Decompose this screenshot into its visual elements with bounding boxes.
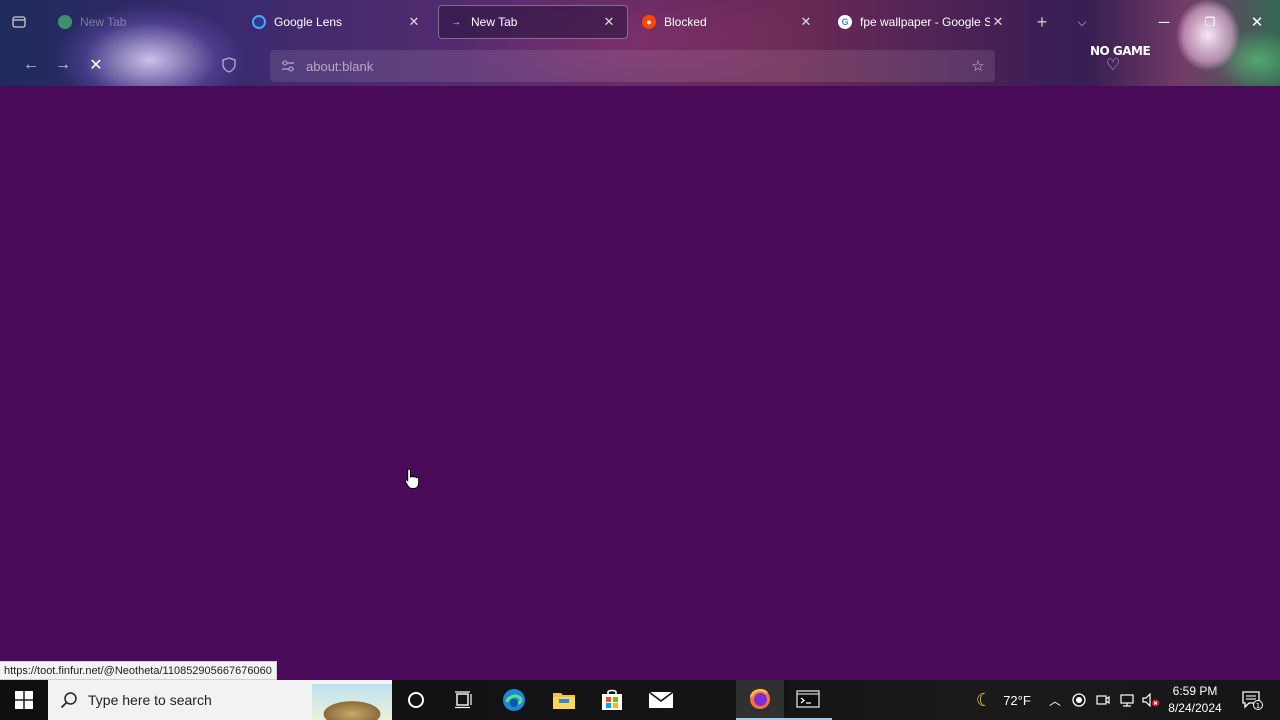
search-highlight-image — [312, 684, 392, 720]
stop-button[interactable]: ✕ — [85, 54, 107, 76]
close-icon: ✕ — [89, 57, 103, 74]
restore-icon: ❐ — [1204, 15, 1216, 29]
page-settings-icon[interactable] — [280, 58, 296, 74]
theme-logo: NO GAME — [1090, 44, 1151, 58]
task-view-icon — [455, 691, 472, 709]
weather-temperature[interactable]: 72°F — [1000, 680, 1034, 720]
page-content[interactable] — [0, 86, 1280, 680]
list-all-tabs-button[interactable] — [8, 11, 30, 33]
plus-icon: + — [1036, 11, 1048, 32]
close-icon: ✕ — [1250, 14, 1264, 31]
close-tab-icon[interactable]: ✕ — [601, 14, 617, 30]
edge-icon — [503, 689, 525, 711]
clock-date: 8/24/2024 — [1168, 701, 1222, 715]
tab-label: Google Lens — [274, 15, 343, 29]
clock[interactable]: 6:59 PM 8/24/2024 — [1163, 683, 1227, 717]
network-button[interactable] — [1117, 680, 1137, 720]
action-center-button[interactable]: 1 — [1234, 680, 1270, 720]
bookmark-star-icon[interactable]: ☆ — [969, 57, 987, 75]
edge-button[interactable] — [490, 680, 538, 720]
tab-label: fpe wallpaper - Google Sc — [860, 15, 990, 29]
meet-now-button[interactable] — [1093, 680, 1113, 720]
camera-icon — [1096, 695, 1110, 705]
cortana-button[interactable] — [392, 680, 440, 720]
store-button[interactable] — [588, 680, 636, 720]
tab-fpe-wallpaper[interactable]: G fpe wallpaper - Google Sc ✕ — [828, 5, 1016, 39]
taskbar: Type here to search ☾ 72°F ︿ 6:59 PM 8/2… — [0, 680, 1280, 720]
tab-new-tab-active[interactable]: → New Tab ✕ — [438, 5, 628, 39]
tab-label: Blocked — [664, 15, 707, 29]
cortana-icon — [408, 692, 424, 708]
clock-time: 6:59 PM — [1172, 684, 1218, 698]
start-button[interactable] — [0, 680, 48, 720]
firefox-button[interactable] — [736, 680, 784, 720]
task-view-button[interactable] — [440, 680, 488, 720]
notification-count: 1 — [1256, 702, 1260, 710]
weather-widget[interactable]: ☾ — [970, 680, 998, 720]
close-tab-icon[interactable]: ✕ — [798, 14, 814, 30]
link-status-tooltip: https://toot.finfur.net/@Neotheta/110852… — [0, 661, 277, 680]
close-window-button[interactable]: ✕ — [1245, 10, 1269, 34]
back-button[interactable]: ← — [20, 54, 42, 76]
reddit-icon: ● — [642, 15, 656, 29]
shield-icon — [222, 57, 236, 73]
back-arrow-icon: ← — [23, 56, 39, 73]
search-icon — [60, 692, 77, 709]
tab-label: New Tab — [80, 15, 127, 29]
terminal-button[interactable] — [784, 680, 832, 720]
address-bar[interactable]: ☆ — [270, 50, 995, 82]
tracking-protection-button[interactable] — [218, 54, 240, 76]
minimize-button[interactable]: ─ — [1152, 10, 1176, 34]
hand-cursor-icon — [404, 468, 420, 489]
show-hidden-icons-button[interactable]: ︿ — [1045, 680, 1065, 720]
mail-button[interactable] — [637, 680, 685, 720]
volume-button[interactable] — [1141, 680, 1161, 720]
tab-list-icon — [12, 16, 26, 28]
notification-icon: 1 — [1242, 691, 1263, 710]
chevron-down-icon: ⌵ — [1077, 14, 1087, 29]
firefox-icon — [749, 688, 770, 709]
chevron-up-icon: ︿ — [1048, 693, 1061, 708]
taskbar-search-box[interactable]: Type here to search — [48, 680, 392, 720]
close-tab-icon[interactable]: ✕ — [406, 14, 422, 30]
moon-icon: ☾ — [975, 689, 993, 710]
terminal-icon — [796, 690, 820, 708]
minimize-icon: ─ — [1158, 13, 1170, 31]
store-icon — [602, 689, 622, 710]
tab-google-lens[interactable]: Google Lens ✕ — [242, 5, 432, 39]
google-lens-icon — [252, 15, 266, 29]
file-explorer-button[interactable] — [540, 680, 588, 720]
volume-muted-icon — [1142, 693, 1159, 707]
network-icon — [1120, 694, 1134, 707]
close-tab-icon[interactable]: ✕ — [990, 14, 1006, 30]
record-tray-button[interactable] — [1069, 680, 1089, 720]
new-tab-button[interactable]: + — [1030, 10, 1054, 34]
forward-arrow-icon: → — [55, 56, 71, 73]
browser-toolbar: New Tab Google Lens ✕ → New Tab ✕ ● Bloc… — [0, 0, 1280, 86]
new-tab-icon — [58, 15, 72, 29]
search-placeholder: Type here to search — [88, 692, 212, 708]
record-icon — [1072, 693, 1086, 707]
forward-button[interactable]: → — [52, 54, 74, 76]
windows-logo-icon — [15, 691, 33, 709]
url-input[interactable] — [306, 58, 946, 74]
tab-label: New Tab — [471, 15, 518, 29]
folder-icon — [553, 693, 575, 709]
mail-icon — [648, 691, 674, 708]
google-icon: G — [838, 15, 852, 29]
tab-new-tab-1[interactable]: New Tab — [48, 5, 230, 39]
new-tab-icon: → — [451, 16, 461, 28]
restore-button[interactable]: ❐ — [1198, 10, 1222, 34]
tab-blocked[interactable]: ● Blocked ✕ — [632, 5, 824, 39]
